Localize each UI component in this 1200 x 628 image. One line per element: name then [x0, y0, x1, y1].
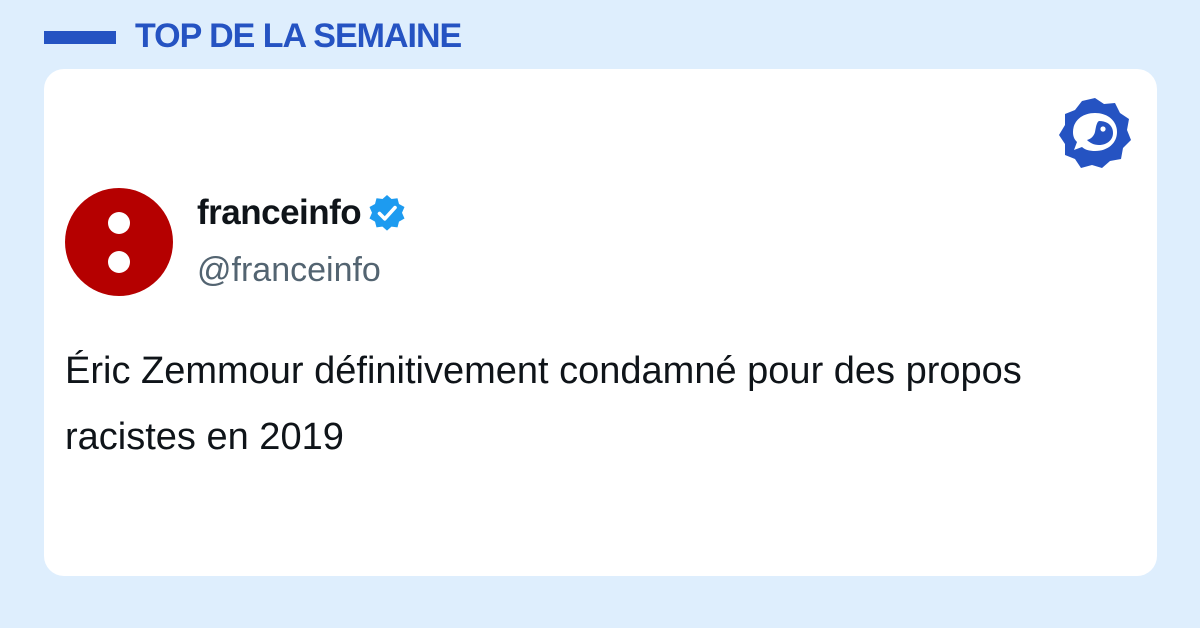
tweet-text: Éric Zemmour définitivement condamné pou…: [65, 350, 1022, 458]
author-row: franceinfo: [197, 193, 407, 233]
tweet-card[interactable]: franceinfo @franceinfo Éric Zemmour défi…: [44, 69, 1157, 576]
header-accent-bar: [44, 31, 116, 44]
brand-bird-logo-icon[interactable]: [1057, 95, 1133, 169]
avatar[interactable]: [65, 188, 173, 296]
author-handle[interactable]: @franceinfo: [197, 249, 381, 291]
verified-badge-icon: [369, 195, 405, 231]
page-title: TOP DE LA SEMAINE: [135, 17, 462, 55]
author-name[interactable]: franceinfo: [197, 193, 362, 233]
